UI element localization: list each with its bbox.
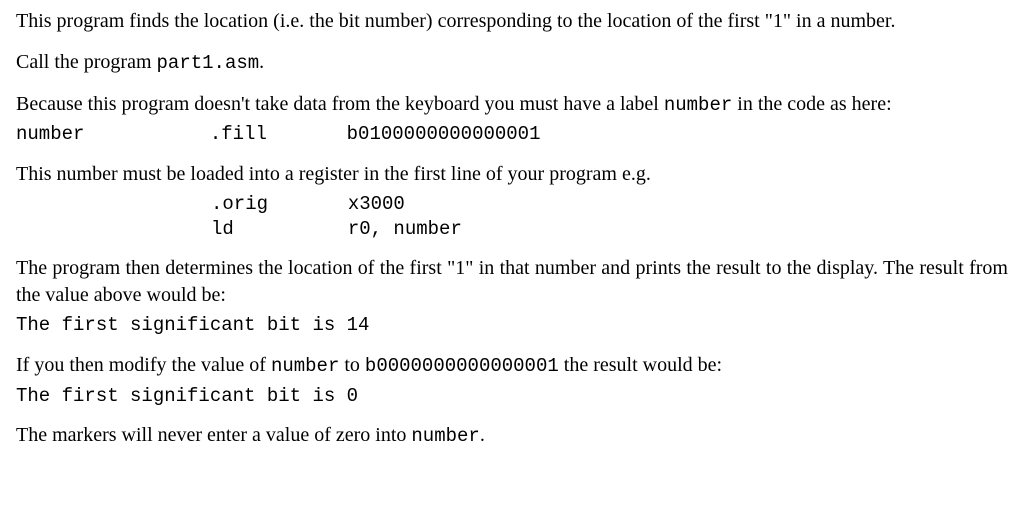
label-code: number [664, 94, 732, 116]
markers-paragraph: The markers will never enter a value of … [16, 422, 1008, 450]
code-fill-line: number .fill b0100000000000001 [16, 122, 1008, 147]
label-paragraph: Because this program doesn't take data f… [16, 91, 1008, 119]
text: . [259, 51, 264, 73]
modify-paragraph: If you then modify the value of number t… [16, 352, 1008, 380]
binary-code: b0000000000000001 [365, 355, 559, 377]
load-paragraph: This number must be loaded into a regist… [16, 161, 1008, 188]
output-example-1: The first significant bit is 14 [16, 313, 1008, 338]
text: the result would be: [559, 354, 722, 376]
text: If you then modify the value of [16, 354, 271, 376]
intro-paragraph: This program finds the location (i.e. th… [16, 8, 1008, 35]
text: . [480, 424, 485, 446]
text: Because this program doesn't take data f… [16, 93, 664, 115]
number-code-2: number [411, 425, 479, 447]
number-code: number [271, 355, 339, 377]
code-orig-block: .orig x3000 ld r0, number [16, 192, 1008, 241]
determine-paragraph: The program then determines the location… [16, 255, 1008, 309]
text: Call the program [16, 51, 157, 73]
text: The markers will never enter a value of … [16, 424, 411, 446]
filename-code: part1.asm [157, 52, 260, 74]
text: in the code as here: [732, 93, 891, 115]
output-example-2: The first significant bit is 0 [16, 384, 1008, 409]
call-paragraph: Call the program part1.asm. [16, 49, 1008, 77]
text: to [339, 354, 365, 376]
